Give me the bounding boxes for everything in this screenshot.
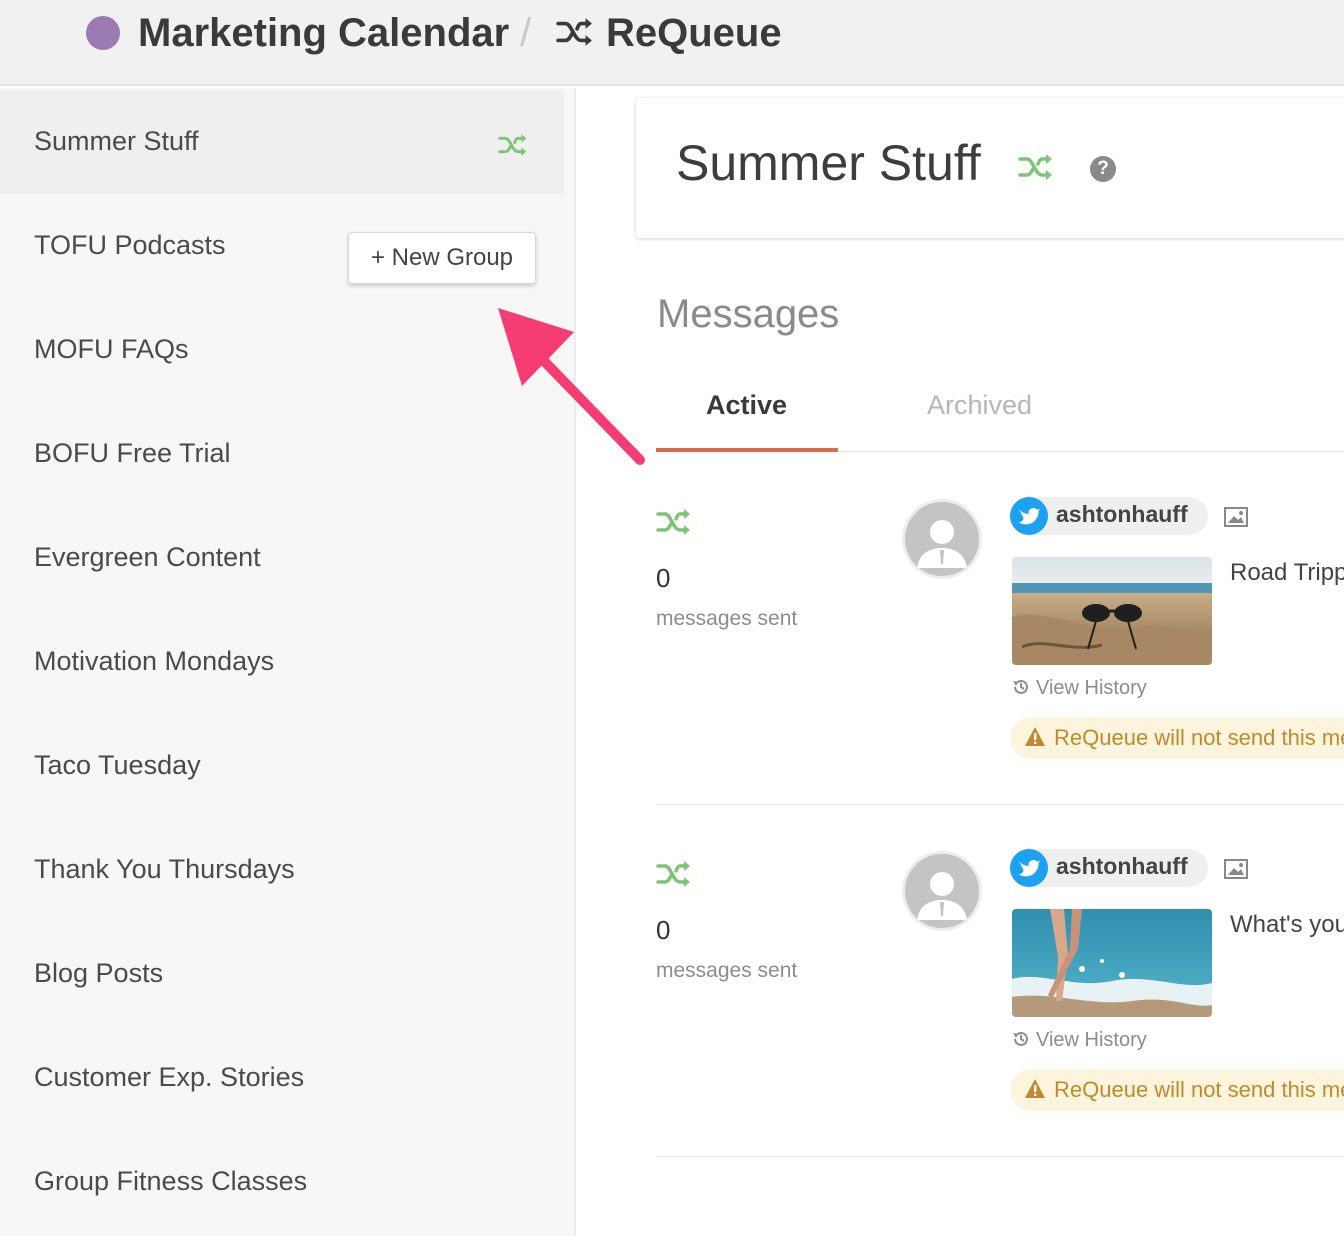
twitter-icon (1010, 497, 1048, 535)
breadcrumb-calendar[interactable]: Marketing Calendar (138, 8, 509, 58)
history-icon (1013, 1031, 1028, 1046)
warning-icon (1025, 727, 1045, 746)
view-history-link[interactable]: View History (1036, 1029, 1147, 1052)
help-icon[interactable]: ? (1090, 156, 1116, 182)
warning-text: ReQueue will not send this me (1054, 725, 1344, 750)
avatar-icon (917, 872, 967, 920)
messages-sent-count: 0 (656, 915, 671, 945)
image-icon (1224, 859, 1248, 879)
sidebar-item-label: Evergreen Content (34, 542, 261, 572)
shuffle-icon (656, 507, 692, 537)
account-pill[interactable]: ashtonhauff (1010, 849, 1208, 887)
message-row: 0 messages sent ashtonhauff (656, 453, 1344, 805)
warning-text: ReQueue will not send this me (1054, 1077, 1344, 1102)
group-title-card: Summer Stuff ? (636, 98, 1344, 238)
messages-sent-count: 0 (656, 563, 671, 593)
sidebar-item-motivation-mondays[interactable]: Motivation Mondays (0, 610, 564, 714)
sidebar-item-label: Taco Tuesday (34, 750, 201, 780)
warning-banner: ReQueue will not send this me (1010, 717, 1344, 759)
sidebar-item-label: Customer Exp. Stories (34, 1062, 305, 1092)
messages-sent-label: messages sent (656, 959, 798, 982)
new-group-button[interactable]: + New Group (348, 232, 536, 284)
top-bar: Marketing Calendar / ReQueue (0, 0, 1344, 86)
active-tab-indicator (656, 448, 838, 452)
avatar (902, 499, 982, 579)
annotation-arrow-icon (498, 308, 645, 465)
breadcrumb-section: ReQueue (606, 11, 782, 55)
shuffle-icon (498, 132, 528, 158)
sidebar-item-label: Summer Stuff (34, 126, 199, 156)
sidebar-item-thank-you-thursdays[interactable]: Thank You Thursdays (0, 818, 564, 922)
sidebar-item-evergreen-content[interactable]: Evergreen Content (0, 506, 564, 610)
breadcrumb-separator: / (520, 11, 532, 55)
sidebar-item-blog-posts[interactable]: Blog Posts (0, 922, 564, 1026)
message-text: Road Tripp (1230, 559, 1344, 586)
ocean-legs-thumbnail (1012, 909, 1212, 1017)
avatar-icon (917, 520, 967, 568)
account-username: ashtonhauff (1056, 853, 1188, 879)
message-row: 0 messages sent ashtonhauff (656, 805, 1344, 1157)
avatar (902, 851, 982, 931)
shuffle-icon (656, 859, 692, 889)
calendar-color-dot (86, 16, 120, 50)
sidebar-item-summer-stuff[interactable]: Summer Stuff (0, 90, 564, 194)
account-username: ashtonhauff (1056, 501, 1188, 527)
sidebar-item-label: Thank You Thursdays (34, 854, 295, 884)
messages-sent-label: messages sent (656, 607, 798, 630)
message-text: What's you (1230, 911, 1344, 938)
sidebar-item-taco-tuesday[interactable]: Taco Tuesday (0, 714, 564, 818)
sidebar-item-label: Group Fitness Classes (34, 1166, 308, 1196)
sidebar-item-label: Blog Posts (34, 958, 164, 988)
tab-active[interactable]: Active (706, 390, 787, 421)
image-icon (1224, 507, 1248, 527)
sidebar-item-label: BOFU Free Trial (34, 438, 231, 468)
shuffle-icon (1018, 152, 1054, 182)
sidebar-item-customer-exp-stories[interactable]: Customer Exp. Stories (0, 1026, 564, 1130)
sidebar-item-mofu-faqs[interactable]: MOFU FAQs (0, 298, 564, 402)
beach-sunglasses-thumbnail (1012, 557, 1212, 665)
warning-icon (1025, 1079, 1045, 1098)
row-divider (656, 1156, 1344, 1157)
group-title: Summer Stuff (676, 135, 981, 191)
messages-heading: Messages (657, 292, 840, 336)
sidebar-item-bofu-free-trial[interactable]: BOFU Free Trial (0, 402, 564, 506)
shuffle-icon (556, 16, 594, 48)
view-history-link[interactable]: View History (1036, 677, 1147, 700)
history-icon (1013, 679, 1028, 694)
account-pill[interactable]: ashtonhauff (1010, 497, 1208, 535)
sidebar-item-label: Motivation Mondays (34, 646, 275, 676)
sidebar-item-label: MOFU FAQs (34, 334, 189, 364)
sidebar-item-label: TOFU Podcasts (34, 230, 226, 260)
tab-archived[interactable]: Archived (927, 390, 1032, 421)
twitter-icon (1010, 849, 1048, 887)
sidebar-item-group-fitness-classes[interactable]: Group Fitness Classes (0, 1130, 564, 1234)
warning-banner: ReQueue will not send this me (1010, 1069, 1344, 1111)
